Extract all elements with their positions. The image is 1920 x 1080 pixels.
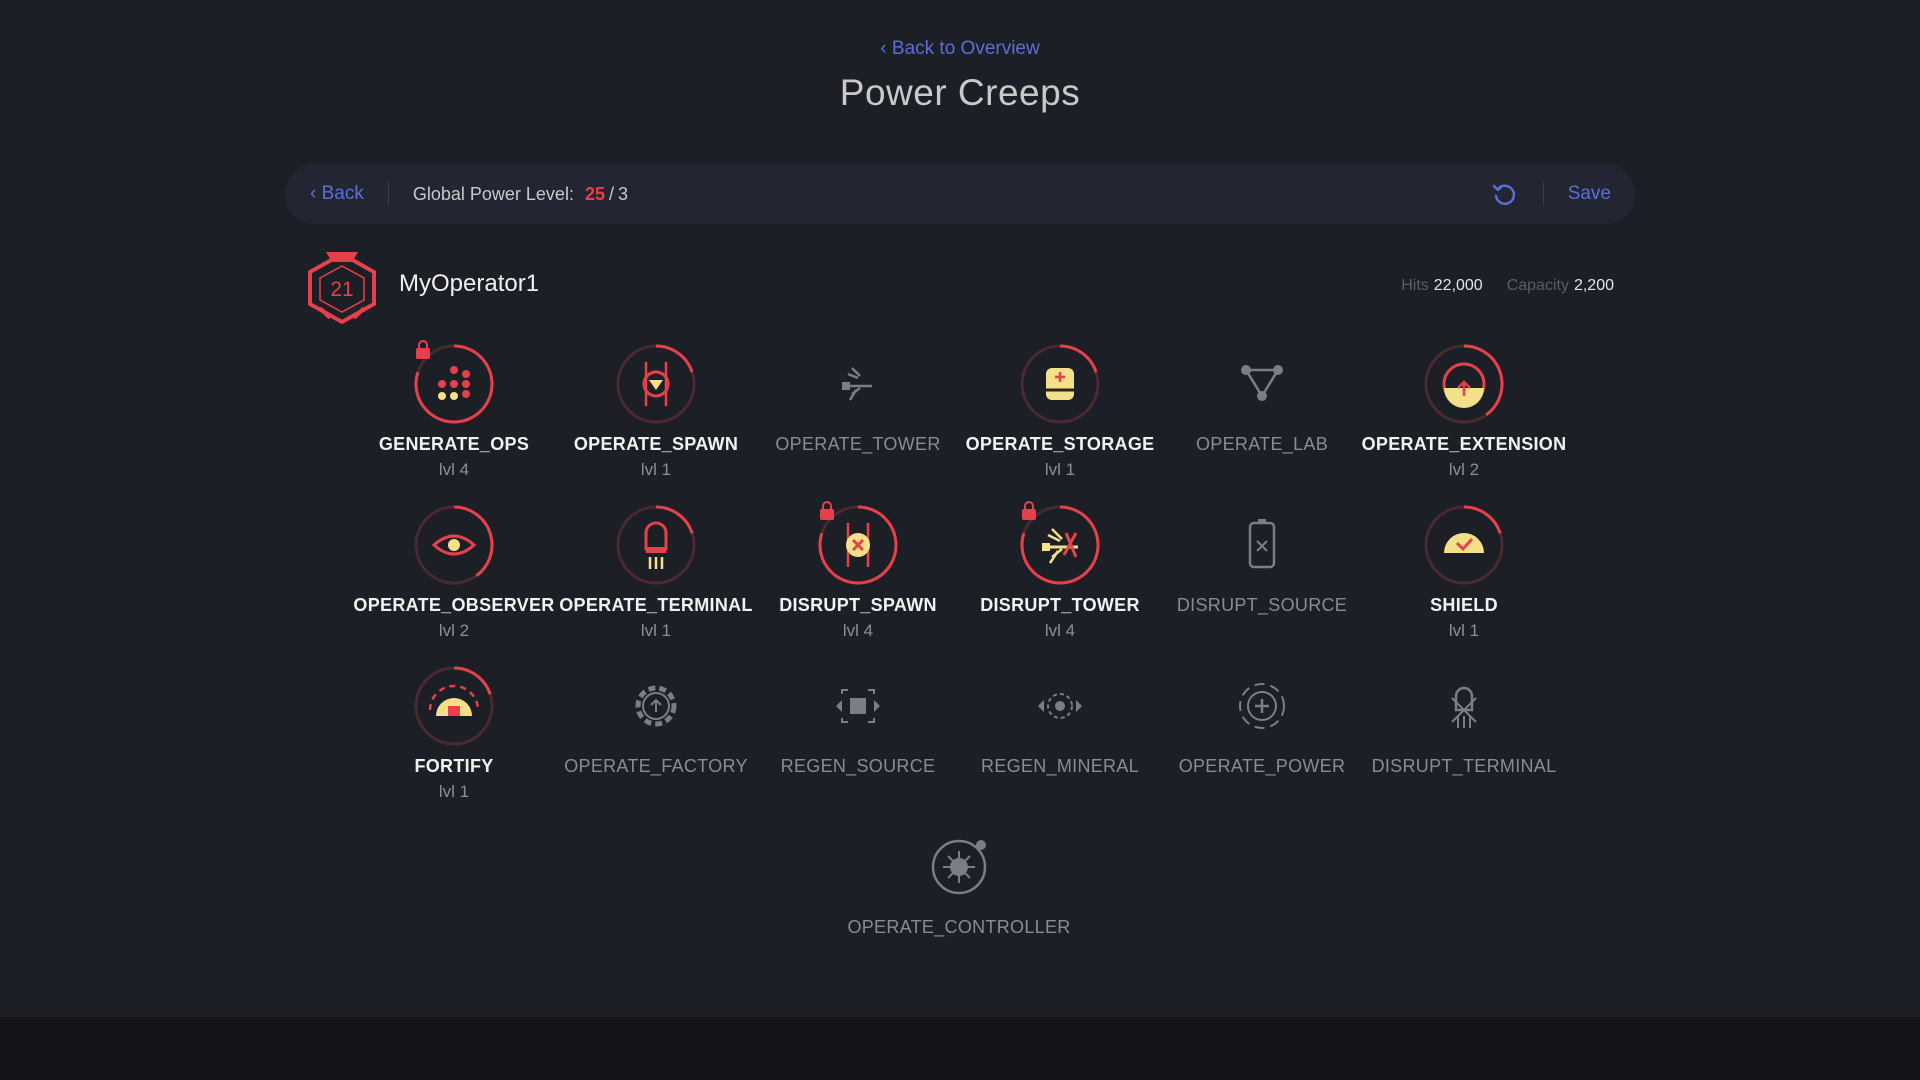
skill-operate-tower[interactable]: OPERATE_TOWER [758, 338, 958, 478]
disrupt-spawn-icon [818, 501, 898, 585]
footer-band [0, 1017, 1920, 1080]
skill-name: SHIELD [1430, 595, 1498, 615]
skill-operate-factory[interactable]: OPERATE_FACTORY [556, 660, 756, 800]
skill-operate-extension[interactable]: OPERATE_EXTENSIONlvl 2 [1362, 338, 1566, 479]
operate-storage-icon [1020, 344, 1100, 424]
page-title: Power Creeps [839, 72, 1081, 113]
global-power-level: Global Power Level: 25/3 [413, 184, 628, 205]
global-power-label: Global Power Level: [412, 183, 574, 204]
operator-name: MyOperator1 [399, 270, 540, 297]
shield-icon [1424, 505, 1504, 585]
toolbar-divider [1542, 182, 1544, 206]
skill-level: lvl 2 [1448, 460, 1480, 479]
skill-level: lvl 1 [640, 621, 672, 640]
skill-disrupt-tower[interactable]: DISRUPT_TOWER lvl 4 [960, 499, 1160, 640]
operate-lab-icon [1241, 365, 1283, 401]
save-button[interactable]: Save [1568, 183, 1611, 205]
skill-operate-lab[interactable]: OPERATE_LAB [1162, 338, 1362, 478]
skill-level: lvl 2 [438, 621, 470, 640]
disrupt-source-icon [1248, 519, 1276, 569]
skill-level: lvl 4 [438, 460, 470, 479]
operator-stats: Hits 22,000 Capacity 2,200 [1401, 277, 1614, 295]
skill-level: lvl 1 [1448, 621, 1480, 640]
back-to-overview-link[interactable]: ‹ Back to Overview [0, 38, 1920, 60]
generate-ops-icon [414, 340, 494, 424]
global-power-total: 3 [618, 183, 629, 204]
skill-name: OPERATE_EXTENSION [1361, 434, 1567, 454]
operate-tower-icon [842, 367, 872, 401]
skill-operate-controller[interactable]: OPERATE_CONTROLLER [847, 821, 1070, 961]
capacity-label: Capacity [1506, 277, 1569, 294]
chevron-left-icon: ‹ [880, 38, 887, 59]
skill-disrupt-spawn[interactable]: DISRUPT_SPAWN lvl 4 [758, 499, 958, 640]
operator-badge-icon: 21 [306, 250, 378, 326]
skill-level: lvl 4 [842, 621, 874, 640]
capacity-value: 2,200 [1573, 277, 1614, 294]
disrupt-tower-icon [1020, 501, 1100, 585]
skill-level: lvl 1 [640, 460, 672, 479]
operate-controller-icon [931, 839, 987, 895]
hits-label: Hits [1401, 277, 1429, 294]
toolbar-divider [387, 182, 389, 206]
skill-fortify[interactable]: FORTIFY lvl 1 [354, 660, 554, 801]
disrupt-terminal-icon [1451, 686, 1477, 728]
skill-operate-power[interactable]: OPERATE_POWER [1162, 660, 1362, 800]
global-power-current: 25 [584, 183, 605, 204]
skill-disrupt-source[interactable]: DISRUPT_SOURCE [1162, 499, 1362, 639]
operator-header: 21 MyOperator1 Hits 22,000 Capacity 2,200 [306, 250, 1614, 326]
skill-operate-observer[interactable]: OPERATE_OBSERVER lvl 2 [353, 499, 554, 640]
skill-generate-ops[interactable]: GENERATE_OPS lvl 4 [354, 338, 554, 479]
operate-extension-icon [1424, 344, 1504, 424]
skill-operate-storage[interactable]: OPERATE_STORAGE lvl 1 [960, 338, 1160, 479]
toolbar: ‹ Back Global Power Level: 25/3 Save [285, 164, 1635, 224]
skill-disrupt-terminal[interactable]: DISRUPT_TERMINAL [1364, 660, 1564, 800]
back-button[interactable]: ‹ Back [310, 183, 364, 205]
skill-shield[interactable]: SHIELD lvl 1 [1364, 499, 1564, 640]
skill-level: lvl 1 [1044, 460, 1076, 479]
regen-mineral-icon [1038, 693, 1082, 719]
skill-name: DISRUPT_TERMINAL [1371, 756, 1557, 776]
operate-terminal-icon [616, 505, 696, 585]
operator-level: 21 [330, 278, 354, 301]
global-power-slash: / [609, 183, 615, 204]
hits-value: 22,000 [1433, 277, 1483, 294]
back-to-overview[interactable]: ‹ Back to Overview [880, 38, 1039, 59]
skill-name: OPERATE_CONTROLLER [847, 917, 1071, 937]
skill-level: lvl 4 [1044, 621, 1076, 640]
undo-icon[interactable] [1489, 179, 1519, 209]
skill-operate-terminal[interactable]: OPERATE_TERMINAL lvl 1 [556, 499, 756, 640]
chevron-left-icon: ‹ [310, 183, 317, 204]
skill-regen-mineral[interactable]: REGEN_MINERAL [960, 660, 1160, 800]
operate-spawn-icon [616, 344, 696, 424]
skill-regen-source[interactable]: REGEN_SOURCE [758, 660, 958, 800]
skill-level: lvl 1 [438, 782, 470, 801]
skill-operate-spawn[interactable]: OPERATE_SPAWN lvl 1 [556, 338, 756, 479]
operate-power-icon [1239, 683, 1285, 729]
operate-factory-icon [635, 685, 677, 727]
fortify-icon [414, 666, 494, 746]
operate-observer-icon [414, 505, 494, 585]
regen-source-icon [836, 689, 880, 723]
